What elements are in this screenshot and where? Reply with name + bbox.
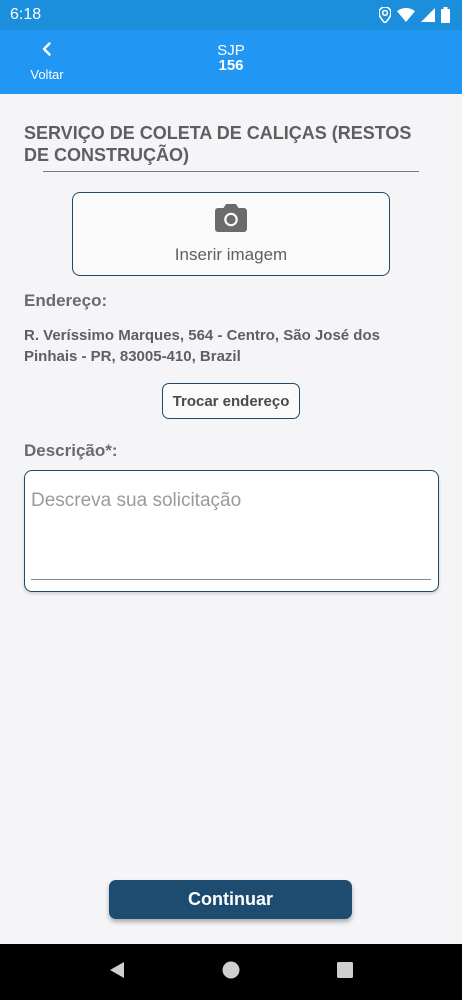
app-title: SJP 156 bbox=[0, 43, 462, 73]
nav-recents-button[interactable] bbox=[325, 952, 365, 992]
address-label: Endereço: bbox=[24, 291, 108, 310]
description-label: Descrição*: bbox=[24, 441, 118, 460]
continue-button[interactable]: Continuar bbox=[109, 880, 352, 919]
status-time: 6:18 bbox=[10, 6, 42, 23]
app-title-line1: SJP bbox=[217, 42, 245, 59]
home-icon bbox=[222, 961, 240, 984]
camera-icon bbox=[215, 203, 247, 245]
description-box bbox=[24, 470, 439, 592]
nav-home-button[interactable] bbox=[211, 952, 251, 992]
change-address-button[interactable]: Trocar endereço bbox=[162, 383, 300, 419]
nav-back-button[interactable] bbox=[97, 952, 137, 992]
title-divider bbox=[43, 171, 419, 172]
app-title-line2: 156 bbox=[218, 57, 244, 74]
description-input[interactable] bbox=[31, 481, 431, 521]
app-bar: Voltar SJP 156 bbox=[0, 30, 462, 94]
battery-icon bbox=[441, 7, 450, 23]
signal-icon bbox=[421, 8, 435, 22]
back-icon bbox=[108, 961, 126, 984]
recents-icon bbox=[336, 961, 354, 984]
location-icon bbox=[379, 7, 391, 23]
address-text: R. Veríssimo Marques, 564 - Centro, São … bbox=[24, 327, 380, 365]
insert-image-label: Inserir imagem bbox=[174, 244, 288, 264]
insert-image-button[interactable]: Inserir imagem bbox=[72, 192, 390, 276]
service-title: SERVIÇO DE COLETA DE CALIÇAS (RESTOS DE … bbox=[24, 123, 412, 165]
wifi-icon bbox=[397, 8, 415, 22]
status-icons bbox=[379, 7, 450, 23]
description-underline bbox=[31, 579, 431, 580]
form-content: SERVIÇO DE COLETA DE CALIÇAS (RESTOS DE … bbox=[0, 94, 462, 944]
system-nav-bar bbox=[0, 944, 462, 1000]
status-bar: 6:18 bbox=[0, 0, 462, 30]
